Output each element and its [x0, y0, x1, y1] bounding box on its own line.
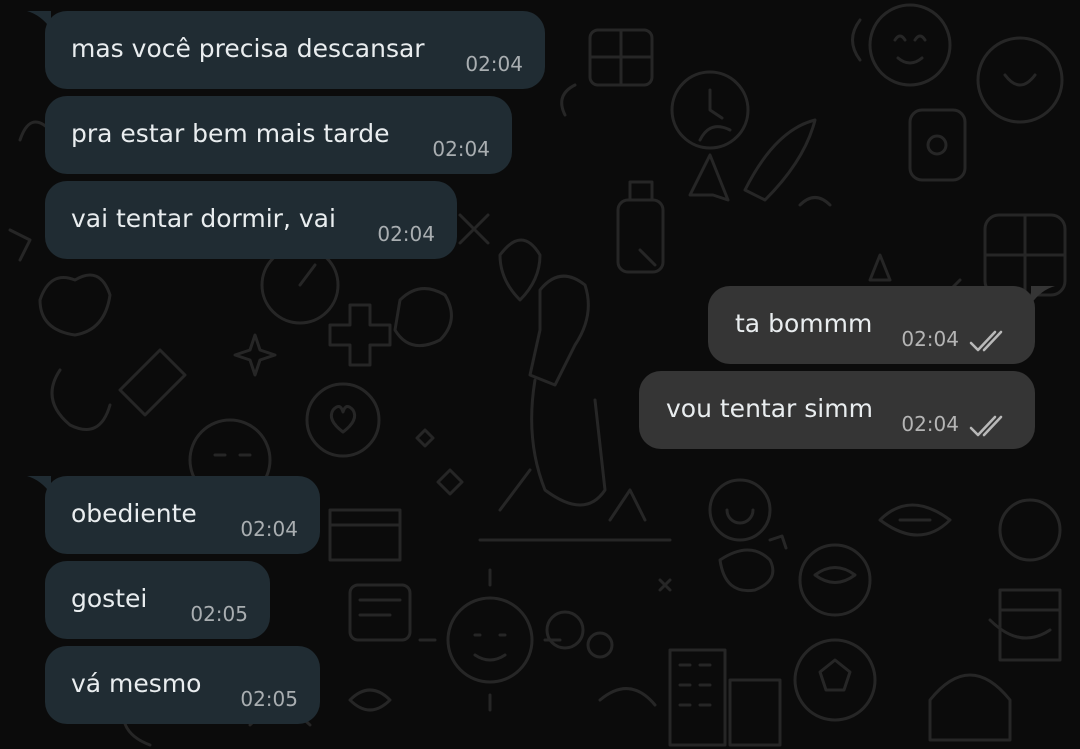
incoming-bubble-tail — [27, 11, 51, 29]
double-check-icon — [969, 330, 1003, 352]
incoming-message-bubble[interactable]: vai tentar dormir, vai 02:04 — [45, 181, 457, 259]
message-text: obediente — [71, 499, 197, 528]
incoming-message-bubble[interactable]: pra estar bem mais tarde 02:04 — [45, 96, 512, 174]
double-check-icon — [969, 415, 1003, 437]
incoming-message-bubble[interactable]: gostei 02:05 — [45, 561, 270, 639]
message-text: vai tentar dormir, vai — [71, 204, 336, 233]
message-timestamp: 02:05 — [240, 687, 298, 711]
message-text: mas você precisa descansar — [71, 34, 425, 63]
message-text: vá mesmo — [71, 669, 202, 698]
outgoing-message-bubble[interactable]: vou tentar simm 02:04 — [639, 371, 1035, 449]
message-text: gostei — [71, 584, 148, 613]
message-text: pra estar bem mais tarde — [71, 119, 390, 148]
chat-conversation: mas você precisa descansar 02:04 pra est… — [0, 0, 1080, 749]
message-timestamp: 02:04 — [901, 412, 959, 436]
message-timestamp: 02:04 — [901, 327, 959, 351]
message-text: ta bommm — [735, 309, 873, 338]
incoming-bubble-tail — [27, 476, 51, 494]
incoming-message-bubble[interactable]: mas você precisa descansar 02:04 — [45, 11, 545, 89]
message-timestamp: 02:04 — [432, 137, 490, 161]
message-timestamp: 02:04 — [240, 517, 298, 541]
incoming-message-bubble[interactable]: vá mesmo 02:05 — [45, 646, 320, 724]
outgoing-message-bubble[interactable]: ta bommm 02:04 — [708, 286, 1035, 364]
outgoing-bubble-tail — [1031, 286, 1055, 304]
incoming-message-bubble[interactable]: obediente 02:04 — [45, 476, 320, 554]
message-timestamp: 02:05 — [190, 602, 248, 626]
message-text: vou tentar simm — [666, 394, 873, 423]
message-timestamp: 02:04 — [377, 222, 435, 246]
message-timestamp: 02:04 — [465, 52, 523, 76]
